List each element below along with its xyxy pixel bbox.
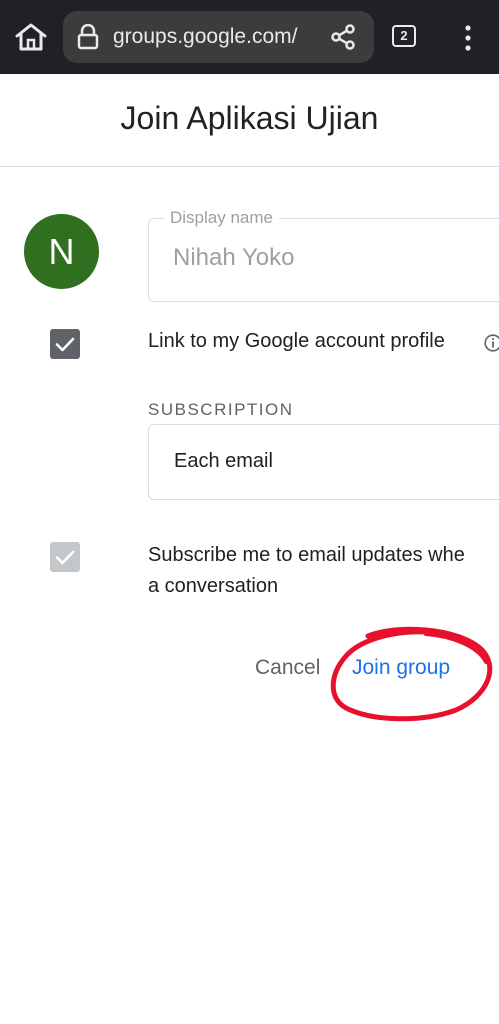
browser-toolbar: groups.google.com/ 2: [0, 0, 499, 74]
avatar: N: [24, 214, 99, 289]
subscribe-updates-checkbox[interactable]: [50, 542, 80, 572]
link-profile-checkbox[interactable]: [50, 329, 80, 359]
header-divider: [0, 166, 499, 167]
annotation-circle: [330, 626, 493, 722]
link-profile-label: Link to my Google account profile: [148, 330, 445, 352]
check-icon: [55, 337, 75, 352]
share-icon[interactable]: [329, 23, 357, 51]
more-vert-icon[interactable]: [458, 22, 478, 54]
info-icon[interactable]: [484, 334, 499, 352]
tab-switcher-button[interactable]: 2: [392, 25, 416, 47]
subscribe-updates-label-line1: Subscribe me to email updates whe: [148, 544, 465, 566]
display-name-label: Display name: [164, 208, 279, 228]
home-icon[interactable]: [14, 22, 48, 52]
subscribe-updates-label-line2: a conversation: [148, 575, 279, 597]
lock-icon: [77, 24, 99, 50]
cancel-button[interactable]: Cancel: [255, 656, 320, 680]
address-bar[interactable]: groups.google.com/: [63, 11, 374, 63]
url-text[interactable]: groups.google.com/: [113, 25, 313, 49]
page-title: Join Aplikasi Ujian: [120, 100, 379, 136]
subscription-label: SUBSCRIPTION: [148, 400, 294, 419]
subscription-value[interactable]: Each email: [174, 450, 273, 473]
check-icon: [55, 550, 75, 565]
display-name-input[interactable]: [173, 244, 493, 272]
